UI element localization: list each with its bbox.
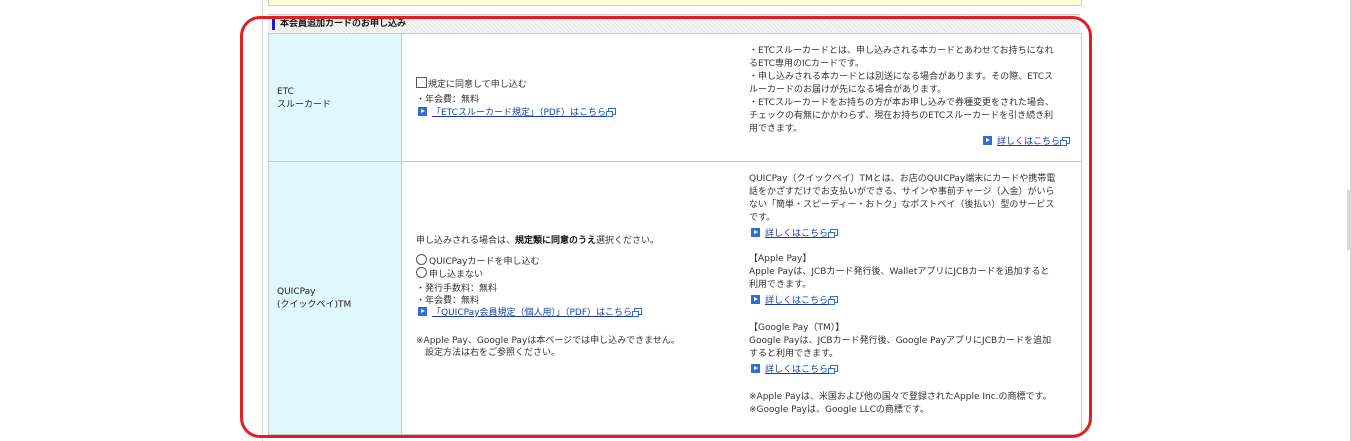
etc-annual-fee: ・年会費：無料 bbox=[416, 95, 480, 105]
etc-rules-link[interactable]: 「ETCスルーカード規定」（PDF）はこちら bbox=[418, 107, 616, 120]
googlepay-details-link[interactable]: 詳しくはこちら bbox=[751, 364, 839, 377]
section-header-marker bbox=[272, 16, 275, 30]
etc-desc-line: ・申し込みされる本カードとは別送になる場合があります。その際、ETCス bbox=[749, 72, 1054, 82]
googlepay-trademark: ※Google Payは、Google LLCの商標です。 bbox=[749, 405, 930, 415]
additional-card-table: ETC スルーカード 規定に同意して申し込む ・年会費：無料 「ETCスルーカー… bbox=[268, 33, 1082, 435]
quicpay-decline-radio[interactable]: 申し込まない bbox=[416, 267, 483, 282]
quicpay-desc-line: 話をかざすだけでお支払いができる、サインや事前チャージ（入金）がいら bbox=[749, 187, 1055, 197]
etc-desc-line: るETC専用のICカードです。 bbox=[749, 59, 864, 69]
etc-label-line2: スルーカード bbox=[277, 100, 332, 110]
etc-description-cell: ・ETCスルーカードとは、申し込みされる本カードとあわせてお持ちになれ るETC… bbox=[749, 34, 1081, 161]
quicpay-desc-line: QUICPay（クイックペイ）TMとは、お店のQUICPay端末にカードや携帯電 bbox=[749, 174, 1056, 184]
radio-icon[interactable] bbox=[416, 267, 427, 278]
radio-icon[interactable] bbox=[416, 254, 427, 265]
googlepay-desc-line: すると利用できます。 bbox=[749, 349, 839, 359]
applepay-title: 【Apple Pay】 bbox=[749, 254, 812, 264]
section-title: 本会員追加カードのお申し込み bbox=[280, 19, 407, 29]
quicpay-details-link[interactable]: 詳しくはこちら bbox=[751, 228, 839, 241]
etc-desc-line: 用できます。 bbox=[749, 124, 803, 134]
quicpay-row: QUICPay (クイックペイ)TM 申し込みされる場合は、規定類に同意のうえ選… bbox=[269, 162, 1081, 435]
external-window-icon bbox=[828, 365, 839, 374]
quicpay-desc-line: ない「簡単・スピーディー・おトク」なポストペイ（後払い）型のサービス bbox=[749, 200, 1055, 210]
arrow-right-icon bbox=[418, 107, 427, 116]
external-window-icon bbox=[828, 229, 839, 238]
etc-label-cell: ETC スルーカード bbox=[269, 34, 402, 161]
arrow-right-icon bbox=[983, 136, 992, 145]
external-window-icon bbox=[1060, 137, 1071, 146]
quicpay-rules-link[interactable]: 「QUICPay会員規定（個人用）」（PDF）はこちら bbox=[418, 307, 643, 320]
external-window-icon bbox=[632, 308, 643, 317]
etc-row: ETC スルーカード 規定に同意して申し込む ・年会費：無料 「ETCスルーカー… bbox=[269, 34, 1081, 162]
etc-details-link[interactable]: 詳しくはこちら bbox=[983, 136, 1071, 149]
quicpay-desc-line: です。 bbox=[749, 213, 776, 223]
section-header: 本会員追加カードのお申し込み bbox=[268, 14, 1080, 33]
applepay-desc-line: Apple Payは、JCBカード発行後、WalletアプリにJCBカードを追加… bbox=[749, 267, 1050, 277]
quicpay-label-line2: (クイックペイ)TM bbox=[277, 300, 352, 310]
applepay-trademark: ※Apple Payは、米国および他の国々で登録されたApple Inc.の商標… bbox=[749, 392, 1052, 402]
applepay-details-link[interactable]: 詳しくはこちら bbox=[751, 295, 839, 308]
external-window-icon bbox=[828, 296, 839, 305]
arrow-right-icon bbox=[751, 364, 760, 373]
etc-agree-checkbox[interactable]: 規定に同意して申し込む bbox=[416, 77, 527, 92]
googlepay-desc-line: Google Payは、JCBカード発行後、Google PayアプリにJCBカ… bbox=[749, 336, 1052, 346]
etc-form-cell: 規定に同意して申し込む ・年会費：無料 「ETCスルーカード規定」（PDF）はこ… bbox=[402, 34, 742, 161]
etc-desc-line: チェックの有無にかかわらず、現在お持ちのETCスルーカードを引き続き利 bbox=[749, 111, 1054, 121]
scrollbar[interactable] bbox=[1347, 190, 1351, 250]
quicpay-label-cell: QUICPay (クイックペイ)TM bbox=[269, 162, 402, 434]
applepay-desc-line: 利用できます。 bbox=[749, 280, 812, 290]
previous-section-footer bbox=[268, 0, 1082, 6]
checkbox-icon[interactable] bbox=[416, 77, 427, 88]
external-window-icon bbox=[605, 108, 616, 117]
arrow-right-icon bbox=[418, 307, 427, 316]
googlepay-title: 【Google Pay（TM）】 bbox=[749, 323, 845, 333]
etc-agree-label[interactable]: 規定に同意して申し込む bbox=[428, 80, 527, 90]
etc-desc-line: ・ETCスルーカードとは、申し込みされる本カードとあわせてお持ちになれ bbox=[749, 46, 1054, 56]
quicpay-form-cell: 申し込みされる場合は、規定類に同意のうえ選択ください。 QUICPayカードを申… bbox=[402, 162, 742, 434]
etc-label-line1: ETC bbox=[277, 87, 294, 97]
arrow-right-icon bbox=[751, 228, 760, 237]
arrow-right-icon bbox=[751, 295, 760, 304]
etc-desc-line: ・ETCスルーカードをお持ちの方が本お申し込みで券種変更をされた場合、 bbox=[749, 98, 1054, 108]
quicpay-note-line2: 設定方法は右をご参照ください。 bbox=[416, 348, 561, 358]
quicpay-description-cell: QUICPay（クイックペイ）TMとは、お店のQUICPay端末にカードや携帯電… bbox=[749, 162, 1081, 434]
quicpay-label-line1: QUICPay bbox=[277, 287, 316, 297]
etc-desc-line: ルーカードのお届けが先になる場合があります。 bbox=[749, 85, 947, 95]
quicpay-intro: 申し込みされる場合は、規定類に同意のうえ選択ください。 bbox=[416, 236, 660, 246]
